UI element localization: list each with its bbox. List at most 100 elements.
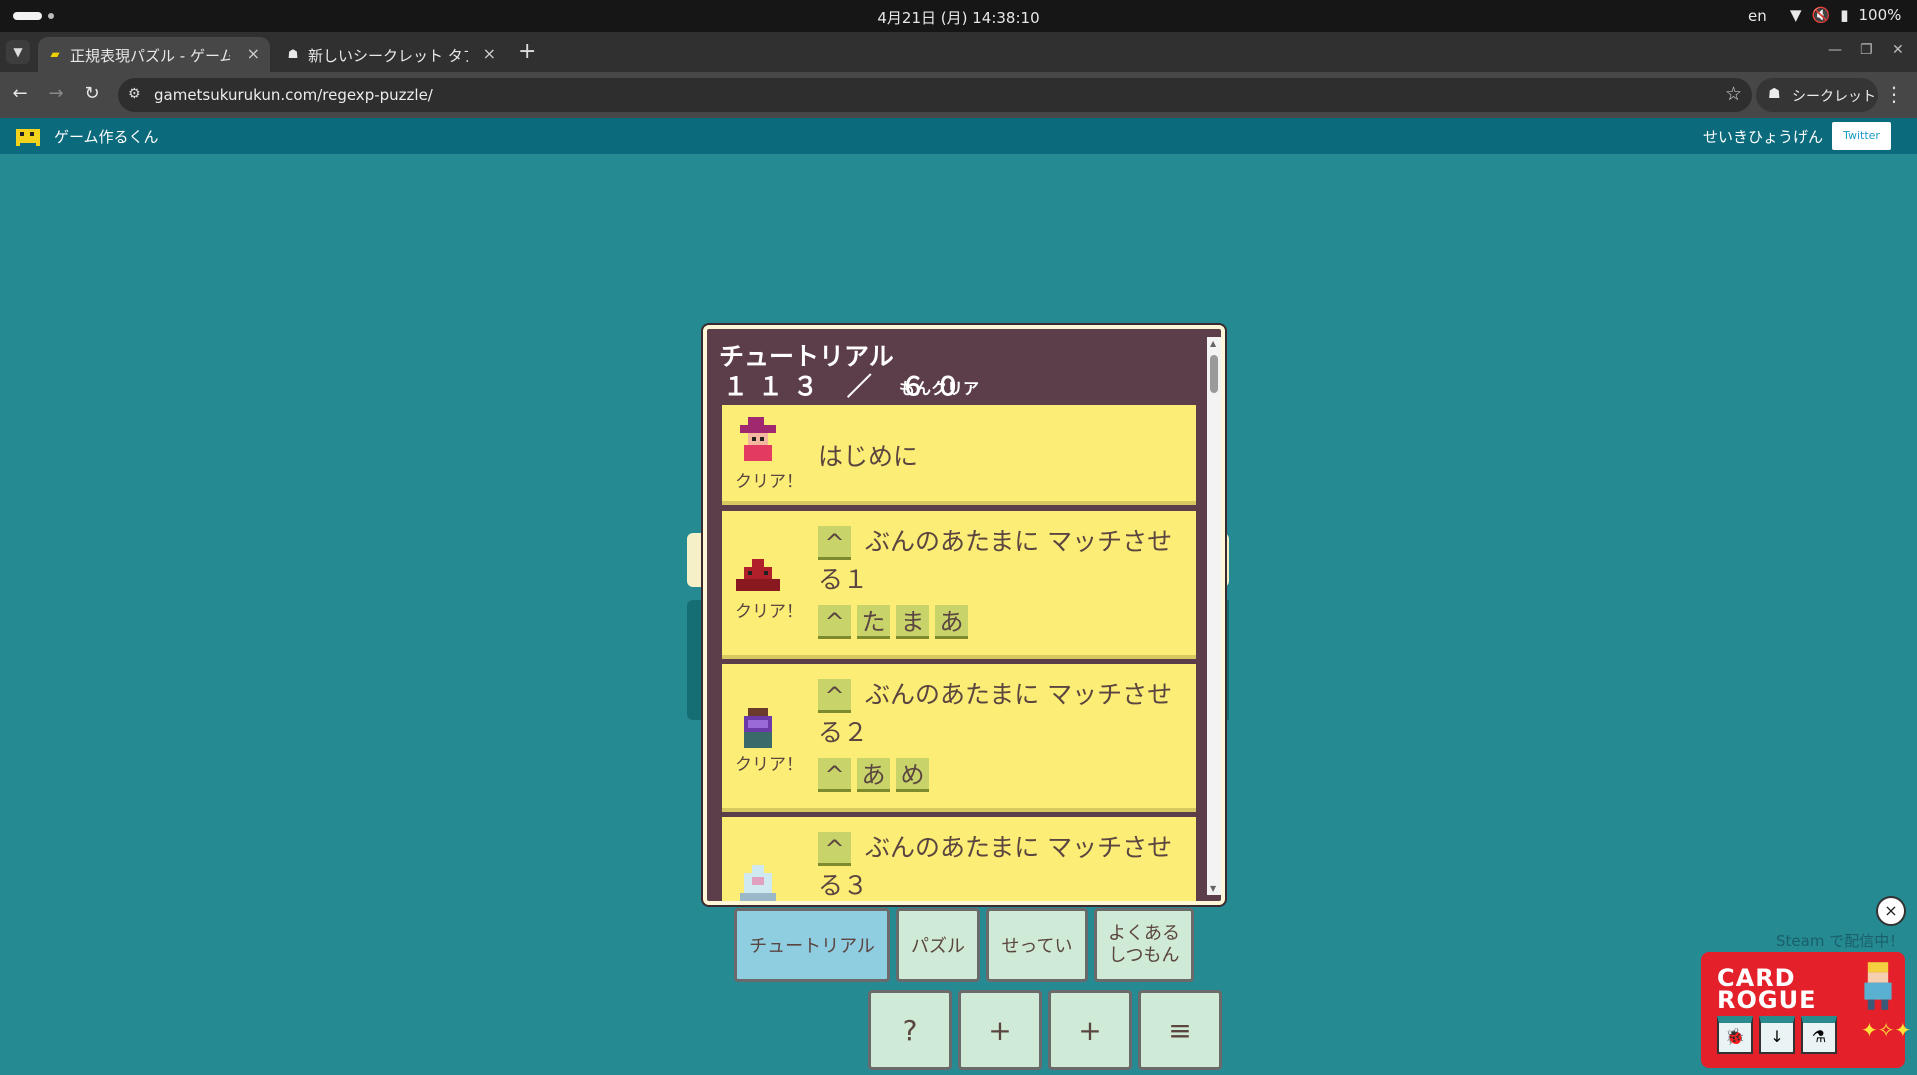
panel-back-edge (687, 533, 703, 587)
arrow-card-icon: ↓ (1759, 1016, 1795, 1054)
battery-percent: 100% (1858, 6, 1902, 24)
tab-incognito-new[interactable]: ☗ 新しいシークレット タブ × (276, 37, 506, 72)
regex-tile: ^ (818, 526, 851, 560)
browser-menu-icon[interactable]: ⋮ (1884, 82, 1904, 106)
site-info-icon[interactable]: ⚙ (128, 86, 141, 102)
tab-label: 新しいシークレット タブ (308, 47, 468, 65)
twitter-button[interactable]: Twitter (1832, 122, 1891, 150)
bookmark-star-icon[interactable]: ☆ (1725, 83, 1742, 105)
card-rogue-ad[interactable]: CARD ROGUE 🐞 ↓ ⚗ ✦✧✦ (1701, 952, 1911, 1068)
item-title: はじめに (818, 442, 919, 471)
scroll-down-icon[interactable]: ▼ (1210, 884, 1216, 893)
answer-tiles: ^ あめ (818, 758, 935, 792)
ad-title-line2: ROGUE (1717, 986, 1817, 1014)
clear-badge: クリア！ (735, 472, 803, 492)
purple-hood-avatar-icon (744, 708, 772, 748)
question-line1: ぶんのあたまに マッチさせ (864, 833, 1173, 862)
answer-tile: あ (857, 758, 890, 792)
tab-faq[interactable]: よくある しつもん (1094, 908, 1194, 982)
question-text: ^ ぶんのあたまに マッチさせ (818, 523, 1178, 561)
address-bar[interactable]: ⚙ gametsukurukun.com/regexp-puzzle/ ☆ (118, 78, 1752, 112)
crab-monster-avatar-icon (736, 559, 780, 591)
tab-regexp-puzzle[interactable]: ▰ 正規表現パズル - ゲーム作 × (38, 37, 270, 72)
os-top-bar: 4月21日 (月) 14:38:10 en ▼ 🔇 ▮ 100% (0, 0, 1917, 32)
site-header: ゲーム作るくん せいきひょうげん Twitter (0, 118, 1917, 154)
faq-label-line1: よくある (1108, 923, 1180, 944)
minimize-icon[interactable]: — (1828, 42, 1842, 58)
system-tray[interactable]: ▼ 🔇 ▮ 100% (1790, 6, 1901, 24)
incognito-indicator[interactable]: ☗ シークレット (1756, 78, 1878, 112)
incognito-label: シークレット (1792, 89, 1876, 105)
battery-icon: ▮ (1840, 6, 1849, 24)
answer-tile: ま (896, 605, 929, 639)
list-item-match-head-2[interactable]: クリア！ ^ ぶんのあたまに マッチさせ る２ ^ あめ (722, 664, 1196, 812)
forward-icon[interactable]: → (44, 83, 68, 104)
help-button[interactable]: ? (868, 990, 952, 1070)
tab-tutorial[interactable]: チュートリアル (734, 908, 890, 982)
close-icon[interactable]: × (247, 44, 260, 63)
tab-puzzle[interactable]: パズル (896, 908, 980, 982)
list-item-intro[interactable]: クリア！ はじめに (722, 405, 1196, 505)
hero-character-icon (1864, 962, 1892, 1010)
regex-tile: ^ (818, 832, 851, 866)
monster-card-icon: 🐞 (1717, 1016, 1753, 1054)
add-button[interactable]: + (958, 990, 1042, 1070)
gametsukurukun-logo[interactable] (14, 126, 42, 146)
tab-settings[interactable]: せってい (986, 908, 1088, 982)
witch-avatar-icon (740, 417, 776, 461)
question-line2: る１ (818, 565, 869, 594)
ghost-avatar-icon (740, 865, 776, 901)
question-text: ^ ぶんのあたまに マッチさせ (818, 676, 1178, 714)
ad-caption: Steam で配信中！ (1776, 932, 1905, 950)
sparkles-icon: ✦✧✦ (1861, 1018, 1912, 1042)
back-icon[interactable]: ← (8, 83, 32, 104)
browser-tab-strip: ▼ ▰ 正規表現パズル - ゲーム作 × ☗ 新しいシークレット タブ × + … (0, 32, 1917, 72)
window-close-icon[interactable]: ✕ (1892, 42, 1904, 58)
browser-toolbar: ← → ↻ ⚙ gametsukurukun.com/regexp-puzzle… (0, 72, 1917, 118)
regex-tile: ^ (818, 679, 851, 713)
list-item-match-head-1[interactable]: クリア！ ^ ぶんのあたまに マッチさせ る１ ^ たまあ (722, 511, 1196, 659)
os-clock[interactable]: 4月21日 (月) 14:38:10 (0, 7, 1917, 28)
list-item-match-head-3[interactable]: ^ ぶんのあたまに マッチさせ る３ (722, 817, 1196, 901)
site-brand-link[interactable]: ゲーム作るくん (54, 126, 159, 147)
question-line2: る２ (818, 718, 869, 747)
site-favicon-icon: ▰ (50, 47, 60, 61)
incognito-icon: ☗ (287, 47, 299, 61)
reload-icon[interactable]: ↻ (80, 83, 104, 104)
restore-icon[interactable]: ❐ (1860, 42, 1873, 58)
panel-back-shadow (687, 600, 703, 720)
new-tab-button[interactable]: + (518, 39, 536, 64)
regex-link[interactable]: せいきひょうげん (1703, 126, 1823, 147)
question-text: ^ ぶんのあたまに マッチさせ (818, 829, 1178, 867)
question-line1: ぶんのあたまに マッチさせ (864, 680, 1173, 709)
ad-close-button[interactable]: × (1876, 896, 1906, 926)
scrollbar-thumb[interactable] (1210, 355, 1218, 393)
answer-tile: ^ (818, 758, 851, 792)
answer-tile: ^ (818, 605, 851, 639)
panel-scrollbar[interactable]: ▲ ▼ (1207, 337, 1221, 895)
menu-button[interactable]: ≡ (1138, 990, 1222, 1070)
keyboard-language[interactable]: en (1748, 7, 1767, 25)
potion-card-icon: ⚗ (1801, 1016, 1837, 1054)
faq-label-line2: しつもん (1108, 945, 1180, 966)
answer-tile: た (857, 605, 890, 639)
question-line1: ぶんのあたまに マッチさせ (864, 527, 1173, 556)
progress-suffix: もんクリア (899, 379, 980, 398)
clear-badge: クリア！ (735, 755, 803, 775)
tab-label: 正規表現パズル - ゲーム作 (70, 47, 230, 65)
url-text[interactable]: gametsukurukun.com/regexp-puzzle/ (154, 86, 433, 104)
chevron-down-icon: ▼ (13, 45, 23, 59)
volume-muted-icon: 🔇 (1811, 6, 1831, 24)
incognito-icon: ☗ (1768, 86, 1781, 102)
wifi-icon: ▼ (1790, 6, 1802, 24)
tab-search-button[interactable]: ▼ (6, 40, 30, 64)
scroll-up-icon[interactable]: ▲ (1210, 339, 1216, 348)
answer-tiles: ^ たまあ (818, 605, 974, 639)
clear-badge: クリア！ (735, 602, 803, 622)
answer-tile: め (896, 758, 929, 792)
add-button-2[interactable]: + (1048, 990, 1132, 1070)
close-icon[interactable]: × (483, 44, 496, 63)
tutorial-list-panel[interactable]: チュートリアル １１３ ／ ６０ もんクリア ▲ ▼ クリア！ はじめに クリア… (703, 325, 1225, 905)
question-line2: る３ (818, 871, 869, 900)
answer-tile: あ (935, 605, 968, 639)
